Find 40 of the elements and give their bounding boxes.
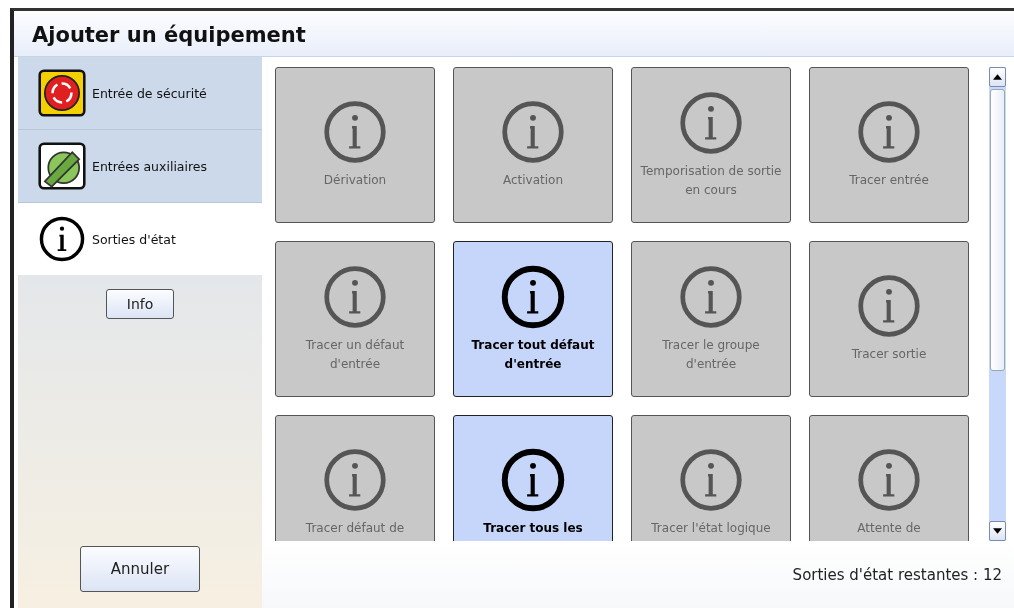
scrollbar[interactable] bbox=[989, 67, 1006, 541]
output-tile[interactable]: Tracer le groupe d'entrée bbox=[631, 241, 791, 397]
output-tile[interactable]: Tracer tous les bbox=[453, 415, 613, 541]
output-tile[interactable]: Activation bbox=[453, 67, 613, 223]
info-icon bbox=[678, 447, 744, 514]
output-tile[interactable]: Tracer entrée bbox=[809, 67, 969, 223]
info-icon bbox=[856, 273, 922, 340]
info-icon bbox=[322, 99, 388, 166]
info-icon bbox=[856, 447, 922, 514]
info-icon bbox=[500, 447, 566, 514]
rotary-switch-icon bbox=[38, 142, 86, 190]
scroll-down-button[interactable] bbox=[989, 521, 1006, 541]
window-title: Ajouter un équipement bbox=[14, 11, 1014, 57]
cancel-button[interactable]: Annuler bbox=[80, 546, 200, 592]
info-icon bbox=[678, 263, 744, 330]
output-tile[interactable]: Attente de bbox=[809, 415, 969, 541]
emergency-stop-icon bbox=[38, 69, 86, 117]
output-tile[interactable]: Tracer défaut de bbox=[275, 415, 435, 541]
down-arrow-icon bbox=[993, 528, 1002, 534]
info-icon bbox=[856, 99, 922, 166]
scroll-thumb[interactable] bbox=[990, 89, 1005, 371]
output-tile[interactable]: Tracer un défaut d'entrée bbox=[275, 241, 435, 397]
output-tile[interactable]: Dérivation bbox=[275, 67, 435, 223]
info-icon bbox=[38, 215, 86, 263]
output-tile[interactable]: Tracer tout défaut d'entrée bbox=[453, 241, 613, 397]
sidebar-item[interactable]: Entrées auxiliaires bbox=[18, 130, 262, 203]
remaining-count-text: Sorties d'état restantes : 12 bbox=[792, 565, 1002, 584]
sidebar-item[interactable]: Sorties d'état bbox=[18, 203, 262, 275]
info-icon bbox=[322, 447, 388, 514]
info-button[interactable]: Info bbox=[106, 289, 174, 319]
output-tile[interactable]: Tracer l'état logique bbox=[631, 415, 791, 541]
output-tile[interactable]: Temporisation de sortie en cours bbox=[631, 67, 791, 223]
scroll-up-button[interactable] bbox=[989, 67, 1006, 87]
info-icon bbox=[678, 89, 744, 156]
info-icon bbox=[500, 263, 566, 330]
info-icon bbox=[500, 99, 566, 166]
info-icon bbox=[322, 263, 388, 330]
up-arrow-icon bbox=[993, 74, 1002, 80]
output-tile[interactable]: Tracer sortie bbox=[809, 241, 969, 397]
sidebar-item[interactable]: Entrée de sécurité bbox=[18, 57, 262, 130]
